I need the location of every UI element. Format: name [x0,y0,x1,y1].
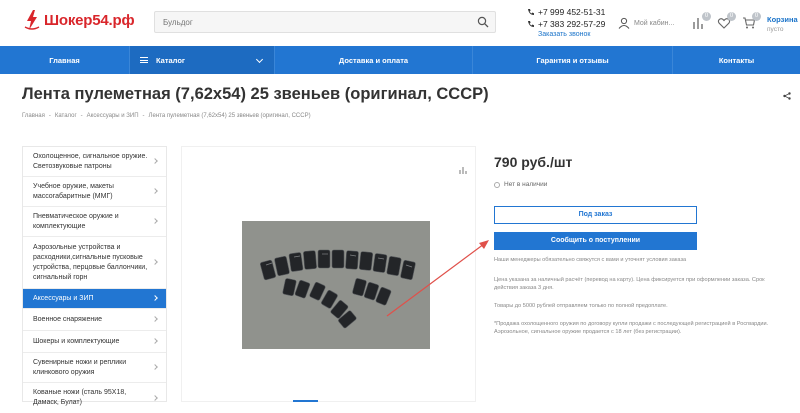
ammo-belt-image [242,221,430,349]
sidebar-item-blank-firing[interactable]: Охолощенное, сигнальное оружие. Светозву… [23,147,166,177]
page-title: Лента пулеметная (7,62х54) 25 звеньев (о… [22,85,489,103]
sidebar-item-forged-knives[interactable]: Кованые ножи (сталь 95Х18, Дамаск, Булат… [23,383,166,413]
phone-block: +7 999 452-51-31 +7 383 292-57-29 [527,6,605,30]
chevron-right-icon [152,364,158,370]
user-icon [618,17,630,29]
favorites-count: 0 [727,12,736,21]
phone-number-1[interactable]: +7 999 452-51-31 [538,6,605,18]
logo[interactable]: Шокер54.рф [24,10,135,30]
sidebar-item-label: Аэрозольные устройства и расходники,сигн… [33,243,148,281]
product-image[interactable] [242,221,430,349]
sidebar-item-military-gear[interactable]: Военное снаряжение [23,309,166,331]
compare-button[interactable]: 0 [692,12,711,30]
product-price: 790 руб./шт [494,154,573,170]
nav-catalog[interactable]: Каталог [130,46,275,74]
account-link[interactable]: Мой кабин... [618,17,674,29]
chevron-right-icon [152,316,158,322]
breadcrumb-catalog[interactable]: Каталог [55,113,77,119]
cart-button[interactable]: 0 [742,12,761,30]
cart-label[interactable]: Корзина [767,15,798,24]
out-of-stock-icon [494,181,500,188]
breadcrumb-separator: - [80,113,83,119]
chevron-right-icon [152,158,158,164]
lightning-logo-icon [24,10,40,30]
nav-delivery[interactable]: Доставка и оплата [275,46,473,74]
sidebar-item-label: Сувенирные ножи и реплики клинкового ору… [33,358,127,376]
menu-icon [140,57,148,63]
chevron-right-icon [152,218,158,224]
chevron-right-icon [152,188,158,194]
chevron-right-icon [152,394,158,401]
chevron-down-icon [255,55,264,64]
main-nav: Главная Каталог Доставка и оплата Гарант… [0,46,800,74]
price-note: Цена указана за наличный расчёт (перевод… [494,277,765,291]
stock-status-label: Нет в наличии [504,181,548,188]
breadcrumb-home[interactable]: Главная [22,113,45,119]
phone-icon [528,21,534,27]
search-icon[interactable] [477,16,489,28]
share-icon[interactable] [783,92,791,100]
phone-number-2[interactable]: +7 383 292-57-29 [538,18,605,30]
sidebar-item-air-guns[interactable]: Пневматическое оружие и комплектующие [23,207,166,237]
nav-catalog-label: Каталог [156,55,186,65]
breadcrumb-accessories[interactable]: Аксессуары и ЗИП [87,113,139,119]
manager-note: Наши менеджеры обязательно свяжутся с ва… [494,257,687,263]
sidebar-item-label: Охолощенное, сигнальное оружие. Светозву… [33,152,148,170]
sidebar-item-label: Пневматическое оружие и комплектующие [33,212,119,230]
stock-status: Нет в наличии [494,181,547,188]
breadcrumb-separator: - [48,113,51,119]
logo-text: Шокер54.рф [44,11,135,29]
category-sidebar: Охолощенное, сигнальное оружие. Светозву… [22,146,167,406]
sidebar-item-label: Кованые ножи (сталь 95Х18, Дамаск, Булат… [33,389,127,406]
cart-status: пусто [767,26,784,33]
sidebar-item-label: Учебное оружие, макеты массогабаритные (… [33,182,114,200]
account-label: Мой кабин... [634,19,675,27]
preorder-button[interactable]: Под заказ [494,206,697,224]
sidebar-item-label: Шокеры и комплектующие [33,337,120,345]
sidebar-item-souvenir-knives[interactable]: Сувенирные ножи и реплики клинкового ору… [23,353,166,383]
phone-icon [528,9,534,15]
cart-count: 0 [752,12,761,21]
search-box [154,11,496,33]
compare-count: 0 [702,12,711,21]
breadcrumb: Главная - Каталог - Аксессуары и ЗИП - Л… [22,113,311,119]
sidebar-item-aerosol[interactable]: Аэрозольные устройства и расходники,сигн… [23,237,166,289]
nav-warranty[interactable]: Гарантия и отзывы [473,46,673,74]
compare-stats-icon[interactable] [459,166,468,174]
sidebar-item-training-weapons[interactable]: Учебное оружие, макеты массогабаритные (… [23,177,166,207]
sidebar-item-shockers[interactable]: Шокеры и комплектующие [23,331,166,353]
breadcrumb-separator: - [142,113,145,119]
sidebar-item-label: Аксессуары и ЗИП [33,294,94,302]
prepayment-note: Товары до 5000 рублей отправляем только … [494,303,668,309]
chevron-right-icon [152,338,158,344]
callback-link[interactable]: Заказать звонок [538,31,590,38]
nav-home[interactable]: Главная [0,46,130,74]
notify-button[interactable]: Сообщить о поступлении [494,232,697,250]
sidebar-item-label: Военное снаряжение [33,315,103,323]
favorites-button[interactable]: 0 [717,12,736,30]
legal-note: *Продажа охолощенного оружия по договору… [494,321,769,335]
breadcrumb-current: Лента пулеметная (7,62х54) 25 звеньев (о… [148,113,311,119]
nav-contacts[interactable]: Контакты [673,46,800,74]
chevron-right-icon [152,295,158,301]
search-input[interactable] [155,12,455,33]
site-header: Шокер54.рф +7 999 452-51-31 +7 383 292-5… [0,0,800,46]
sidebar-item-accessories[interactable]: Аксессуары и ЗИП [23,289,166,309]
product-gallery [181,146,476,402]
chevron-right-icon [152,259,158,265]
